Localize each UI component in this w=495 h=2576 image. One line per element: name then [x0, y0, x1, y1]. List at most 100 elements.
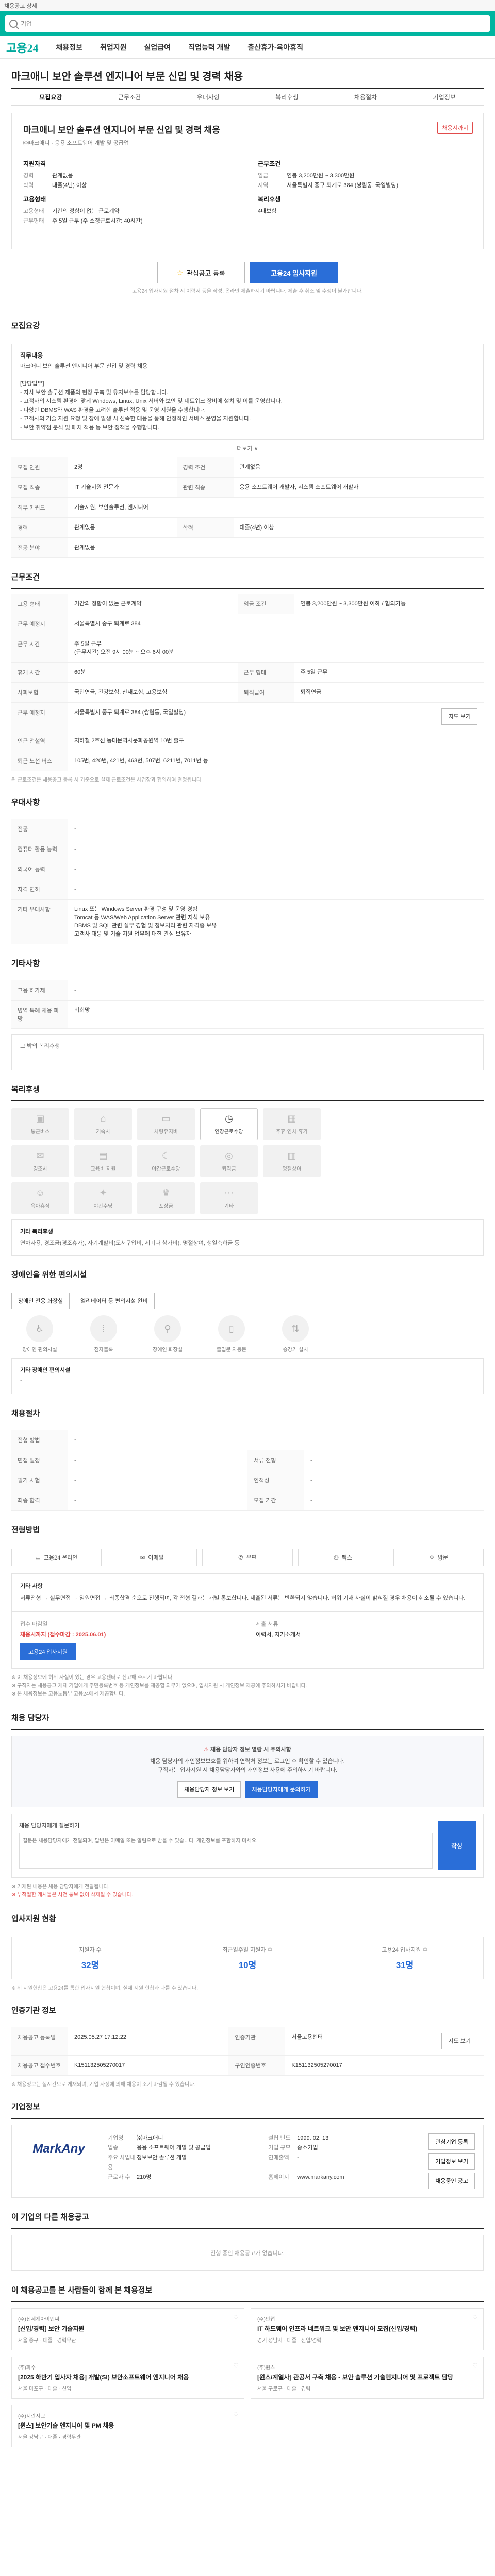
recommend-card[interactable]: ♡ (주)파수 [2025 하반기 입사자 채용] 개발(SI) 보안소프트웨어 엔…	[11, 2357, 244, 2399]
subtabs: 모집요강 근무조건 우대사항 복리후생 채용절차 기업정보	[11, 88, 484, 106]
rec-company: (주)지란지교	[18, 2414, 45, 2419]
qa-textarea[interactable]	[19, 1833, 433, 1869]
nav-item-job-training[interactable]: 직업능력 개발	[188, 42, 230, 53]
table-row: 휴게 시간 60분 근무 형태 주 5일 근무	[11, 662, 484, 683]
company-homepage-link[interactable]: www.markany.com	[297, 2173, 344, 2182]
stat-value: 10명	[238, 1960, 257, 1970]
row-key: 퇴근 노선 버스	[11, 751, 68, 771]
requirements-section-title: 모집요강	[11, 307, 484, 337]
qa-submit-button[interactable]: 작성	[438, 1821, 476, 1870]
heart-icon[interactable]: ♡	[472, 2362, 478, 2369]
row-value: K151132505270017	[285, 2055, 484, 2076]
row-key: 휴게 시간	[11, 662, 68, 683]
page-title: 마크애니 보안 솔루션 엔지니어 부문 신입 및 경력 채용	[11, 71, 243, 82]
baby-icon: ☺	[35, 1188, 45, 1198]
tab-procedure[interactable]: 채용절차	[326, 93, 405, 101]
rec-title: [윈스/계열사] 관공서 구축 채용 - 보안 솔루션 기술엔지니어 및 프로젝…	[257, 2374, 453, 2381]
benefit-label: 육아휴직	[30, 1204, 50, 1209]
clock-icon: ◷	[225, 1113, 233, 1124]
apply-method-box-heading: 기타 사항	[20, 1583, 43, 1589]
table-row: 전형 방법 -	[11, 1430, 484, 1450]
tab-company[interactable]: 기업정보	[405, 93, 484, 101]
row-value: 기술지원, 보안솔루션, 엔지니어	[68, 497, 484, 518]
heart-icon[interactable]: ♡	[472, 2314, 478, 2321]
summary-value: 대졸(4년) 이상	[52, 182, 87, 189]
manager-contact-button[interactable]: 채용담당자에게 문의하기	[245, 1781, 318, 1798]
heart-icon[interactable]: ♡	[233, 2314, 239, 2321]
scrap-button[interactable]: ☆ 관심공고 등록	[157, 262, 245, 283]
search-input[interactable]	[21, 20, 486, 27]
table-row: 병역 특례 채용 희망 비희망	[11, 1000, 484, 1029]
summary-key: 임금	[258, 173, 269, 179]
nav-item-parental-leave[interactable]: 출산휴가·육아휴직	[248, 42, 303, 53]
tab-conditions[interactable]: 근무조건	[90, 93, 169, 101]
manager-notice-body: 채용 담당자의 개인정보보호를 위하여 연락처 정보는 로그인 후 확인할 수 …	[150, 1758, 345, 1773]
star-icon: ☆	[177, 268, 184, 277]
tab-preferences[interactable]: 우대사항	[169, 93, 248, 101]
nav-item-employment-support[interactable]: 취업지원	[100, 42, 127, 53]
agency-map-button[interactable]: 지도 보기	[441, 2033, 477, 2049]
benefit-label: 통근버스	[30, 1129, 50, 1135]
registration-note: ※ 채용정보는 실시간으로 게재되며, 기업 사정에 의해 채용이 조기 마감될…	[11, 2082, 196, 2088]
row-value: -	[68, 1490, 248, 1511]
row-key: 임금 조건	[237, 594, 294, 614]
facility-chips: 장애인 전용 화장실 엘리베이터 등 편의시설 완비	[11, 1293, 484, 1309]
employment-group: 고용형태 고용형태 기간의 정함이 없는 근로계약 근무형태 주 5일 근무 (주 …	[23, 195, 237, 226]
house-icon: ⌂	[100, 1113, 106, 1124]
row-value: 응용 소프트웨어 개발자, 시스템 소프트웨어 개발자	[233, 477, 484, 498]
rec-company: (주)윈스	[257, 2365, 275, 2371]
apply-button-secondary[interactable]: 고용24 입사지원	[20, 1643, 76, 1660]
heart-icon[interactable]: ♡	[233, 2362, 239, 2369]
apply-button[interactable]: 고용24 입사지원	[250, 262, 338, 283]
summary-value: 4대보험	[258, 208, 277, 214]
row-value: IT 기술지원 전문가	[68, 477, 177, 498]
benefit-item: ◎ 퇴직금	[200, 1145, 258, 1177]
company-jobs-button[interactable]: 채용중인 공고	[428, 2173, 475, 2189]
apply-method-online: ▭ 고용24 온라인	[11, 1549, 102, 1566]
facility-label: 장애인 화장실	[153, 1347, 183, 1353]
method-label: 팩스	[341, 1555, 352, 1561]
company-value: 210명	[137, 2174, 152, 2180]
table-row: 필기 시험 - 인적성 -	[11, 1470, 484, 1490]
bag-icon: ▥	[287, 1150, 296, 1161]
employment-heading: 고용형태	[23, 196, 46, 203]
map-button[interactable]: 지도 보기	[441, 708, 477, 725]
manager-info-button[interactable]: 채용담당자 정보 보기	[177, 1781, 241, 1798]
company-info-button[interactable]: 기업정보 보기	[428, 2153, 475, 2170]
heart-icon[interactable]: ♡	[233, 2411, 239, 2418]
site-logo[interactable]: 고용24	[6, 39, 38, 56]
tab-requirements[interactable]: 모집요강	[11, 93, 90, 101]
benefit-label: 야간수당	[93, 1204, 113, 1209]
company-buttons: 관심기업 등록 기업정보 보기 채용중인 공고	[428, 2133, 475, 2189]
job-description-heading: 직무내용	[20, 352, 43, 359]
tab-benefits[interactable]: 복리후생	[248, 93, 326, 101]
warning-line: ※ 구직자는 채용공고 게재 기업에게 주민등록번호 등 개인정보를 제공할 의…	[11, 1683, 307, 1689]
table-row: 고용 허가제 -	[11, 980, 484, 1001]
benefit-etc-heading: 기타 복리후생	[20, 1229, 53, 1235]
more-link[interactable]: 더보기 ∨	[11, 444, 484, 452]
facility-chip: 장애인 전용 화장실	[11, 1293, 70, 1309]
recommend-card[interactable]: ♡ (주)윈스 [윈스/계열사] 관공서 구축 채용 - 보안 솔루션 기술엔지니어…	[251, 2357, 484, 2399]
benefit-label: 연장근로수당	[214, 1129, 243, 1135]
facility-label: 승강기 설치	[283, 1347, 308, 1353]
recommend-card[interactable]: ♡ (주)신세계아이앤씨 [신입/경력] 보안 기술지원 서울 중구 · 대졸 · 경…	[11, 2308, 244, 2350]
rec-company: (주)안랩	[257, 2317, 275, 2323]
deadline-value: 채용시까지 (접수마감 : 2025.06.01)	[20, 1632, 106, 1638]
envelope-icon: ✆	[238, 1554, 243, 1561]
facility-label: 점자블록	[94, 1347, 113, 1353]
conditions-note: 위 근로조건은 채용공고 등록 시 기준으로 실제 근로조건은 사업장과 협의하…	[11, 777, 203, 783]
table-row: 면접 일정 - 서류 전형 -	[11, 1450, 484, 1470]
row-value: -	[304, 1490, 484, 1511]
row-value: 관계없음	[233, 457, 484, 478]
recommend-card[interactable]: ♡ (주)지란지교 [윈스] 보안기술 엔지니어 및 PM 채용 서울 강남구 · 대…	[11, 2405, 244, 2447]
benefit-item: ▭ 차량유지비	[137, 1108, 195, 1140]
company-favorite-button[interactable]: 관심기업 등록	[428, 2133, 475, 2150]
summary-tags: ㈜마크애니 · 응용 소프트웨어 개발 및 공급업	[23, 140, 129, 146]
recommend-card[interactable]: ♡ (주)안랩 IT 하드웨어 인프라 네트워크 및 보안 엔지니어 모집(신입/경…	[251, 2308, 484, 2350]
nav-item-unemployment-benefit[interactable]: 실업급여	[144, 42, 171, 53]
facility-etc-box: 기타 장애인 편의시설 -	[11, 1358, 484, 1394]
main-nav: 고용24 채용정보 취업지원 실업급여 직업능력 개발 출산휴가·육아휴직	[0, 36, 495, 59]
nav-item-jobs[interactable]: 채용정보	[56, 42, 82, 53]
row-key: 외국어 능력	[11, 859, 68, 879]
search-box[interactable]	[5, 15, 490, 32]
